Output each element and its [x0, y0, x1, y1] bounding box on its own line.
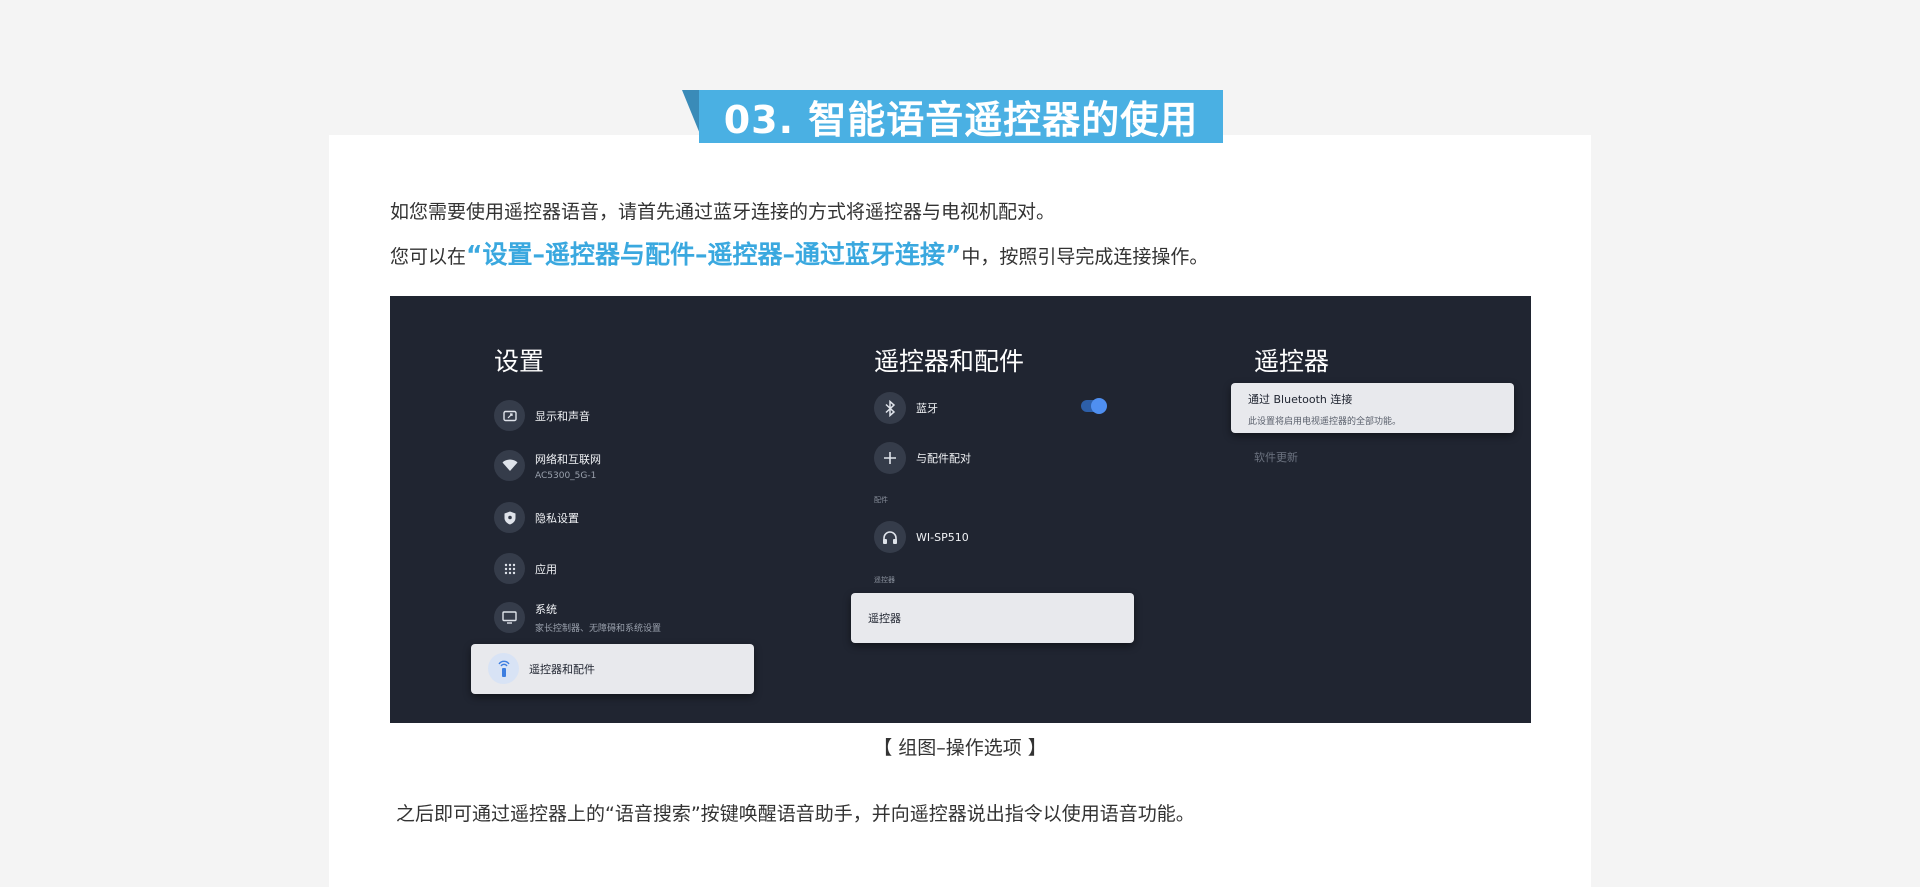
item-sub: 家长控制器、无障碍和系统设置	[535, 624, 662, 634]
headphones-icon	[874, 521, 906, 553]
settings-title: 设置	[494, 347, 545, 376]
display-sound-icon	[494, 400, 525, 431]
settings-item-network[interactable]: 网络和互联网 AC5300_5G-1	[494, 450, 601, 481]
bluetooth-label: 蓝牙	[916, 402, 938, 415]
accessories-header: 配件	[874, 496, 888, 504]
apps-grid-icon	[494, 553, 525, 584]
settings-item-remotes-selected[interactable]: 遥控器和配件	[471, 644, 754, 694]
pair-accessory-row[interactable]: 与配件配对	[874, 442, 971, 474]
section-banner: 03. 智能语音遥控器的使用	[699, 90, 1223, 143]
wifi-icon	[494, 450, 525, 481]
item-label: 显示和声音	[535, 409, 590, 423]
connect-bluetooth-sub: 此设置将启用电视遥控器的全部功能。	[1248, 417, 1402, 427]
remote-item-label: 遥控器	[868, 612, 901, 625]
tv-system-icon	[494, 602, 525, 633]
software-update-item[interactable]: 软件更新	[1254, 449, 1298, 465]
intro-prefix: 您可以在	[390, 246, 467, 268]
pair-label: 与配件配对	[916, 452, 971, 465]
item-label: 系统	[535, 603, 557, 616]
selected-item-row: 遥控器和配件	[488, 653, 595, 684]
connect-bluetooth-selected[interactable]: 通过 Bluetooth 连接 此设置将启用电视遥控器的全部功能。	[1231, 383, 1514, 433]
remote-icon	[488, 653, 519, 684]
item-label: 应用	[535, 562, 557, 576]
accessory-wi-sp510[interactable]: WI-SP510	[874, 521, 969, 553]
settings-item-display-sound[interactable]: 显示和声音	[494, 400, 590, 431]
bluetooth-icon	[874, 392, 906, 424]
remote-title: 遥控器	[1254, 347, 1330, 376]
plus-icon	[874, 442, 906, 474]
intro-line-2: 您可以在“设置–遥控器与配件–遥控器–通过蓝牙连接”中，按照引导完成连接操作。	[390, 235, 1208, 271]
bluetooth-row[interactable]: 蓝牙	[874, 392, 938, 424]
item-label: 遥控器和配件	[529, 662, 595, 676]
settings-item-system[interactable]: 系统 家长控制器、无障碍和系统设置	[494, 601, 661, 634]
connect-bluetooth-label: 通过 Bluetooth 连接	[1248, 393, 1353, 406]
item-sub: AC5300_5G-1	[535, 470, 597, 481]
settings-item-apps[interactable]: 应用	[494, 553, 557, 584]
item-label: 隐私设置	[535, 511, 579, 525]
section-title: 03. 智能语音遥控器的使用	[723, 98, 1199, 142]
remote-header: 遥控器	[874, 576, 895, 584]
item-label: 网络和互联网	[535, 452, 601, 466]
remote-item-selected[interactable]: 遥控器	[851, 593, 1134, 643]
toggle-knob	[1091, 398, 1107, 414]
remotes-accessories-title: 遥控器和配件	[874, 347, 1025, 376]
tv-settings-screenshot: 设置 显示和声音 网络和互联网 AC5300_5G-1 隐私设置 应用 系统 家…	[390, 296, 1531, 723]
intro-line-1: 如您需要使用遥控器语音，请首先通过蓝牙连接的方式将遥控器与电视机配对。	[390, 201, 1056, 223]
intro-suffix: 中，按照引导完成连接操作。	[961, 246, 1209, 268]
banner-fold	[682, 90, 700, 134]
accessory-label: WI-SP510	[916, 530, 969, 544]
figure-caption: 【 组图–操作选项 】	[873, 737, 1047, 759]
settings-path-highlight: “设置–遥控器与配件–遥控器–通过蓝牙连接”	[466, 240, 962, 269]
bluetooth-toggle[interactable]	[1081, 398, 1107, 414]
settings-item-privacy[interactable]: 隐私设置	[494, 502, 579, 533]
outro-paragraph: 之后即可通过遥控器上的“语音搜索”按键唤醒语音助手，并向遥控器说出指令以使用语音…	[396, 803, 1195, 825]
privacy-shield-icon	[494, 502, 525, 533]
